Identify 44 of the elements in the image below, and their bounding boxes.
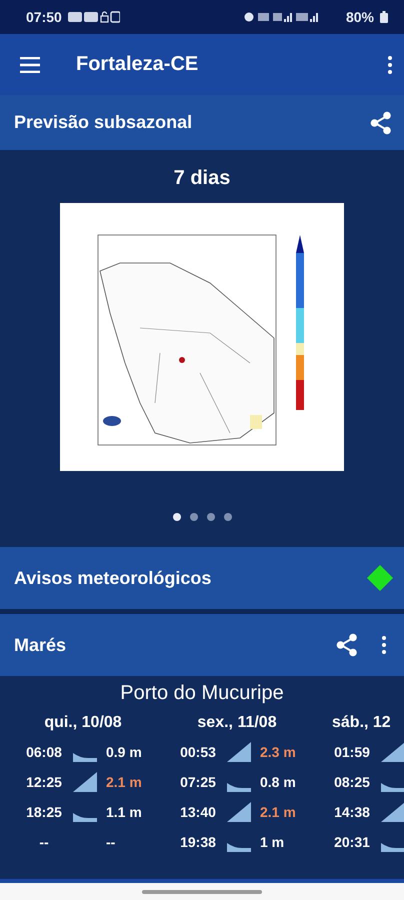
tide-time: 01:59 xyxy=(333,744,371,760)
tide-time: 00:53 xyxy=(179,744,217,760)
page-indicator-dot[interactable] xyxy=(206,513,214,521)
share-icon[interactable] xyxy=(336,633,358,657)
day-label: qui., 10/08 xyxy=(44,714,122,732)
tide-time: 20:31 xyxy=(333,834,371,850)
tide-height: 2.1 m xyxy=(106,774,142,790)
battery-percentage: 80% xyxy=(346,9,374,25)
tide-height: 1 m xyxy=(260,834,284,850)
tide-time: 07:25 xyxy=(179,774,217,790)
day-label: sáb., 12 xyxy=(332,714,391,732)
tide-time: 13:40 xyxy=(179,804,217,820)
section-title: Marés xyxy=(14,634,66,656)
notification-icons xyxy=(68,11,120,23)
diamond-icon xyxy=(366,564,394,592)
battery-icon xyxy=(380,11,388,23)
share-icon[interactable] xyxy=(370,110,392,134)
tide-time: 19:38 xyxy=(179,834,217,850)
status-time: 07:50 xyxy=(26,9,62,25)
tide-time: 06:08 xyxy=(25,744,63,760)
app-title: Fortaleza-CE xyxy=(76,53,198,76)
page-indicator-dot[interactable] xyxy=(224,513,232,521)
tide-time: 08:25 xyxy=(333,774,371,790)
page-indicator-dot[interactable] xyxy=(172,513,180,521)
more-icon[interactable] xyxy=(382,636,386,654)
menu-icon[interactable] xyxy=(20,56,40,72)
tide-height: -- xyxy=(106,834,116,850)
tide-time: 12:25 xyxy=(25,774,63,790)
more-icon[interactable] xyxy=(388,56,392,74)
tide-height: 2.1 m xyxy=(260,804,296,820)
home-handle[interactable] xyxy=(142,890,262,894)
page-indicator-dot[interactable] xyxy=(190,513,198,521)
section-title: Avisos meteorológicos xyxy=(14,568,212,588)
tide-height: 1.1 m xyxy=(106,804,142,820)
tide-time: 18:25 xyxy=(25,804,63,820)
tide-height: 2.3 m xyxy=(260,744,296,760)
period-label: 7 dias xyxy=(174,167,230,190)
day-label: sex., 11/08 xyxy=(197,714,277,732)
tide-time: 14:38 xyxy=(333,804,371,820)
tide-height: 0.9 m xyxy=(106,744,142,760)
station-name: Porto do Mucuripe xyxy=(120,682,284,705)
tide-time: -- xyxy=(38,834,50,850)
section-title: Previsão subsazonal xyxy=(14,112,192,133)
tide-height: 0.8 m xyxy=(260,774,296,790)
